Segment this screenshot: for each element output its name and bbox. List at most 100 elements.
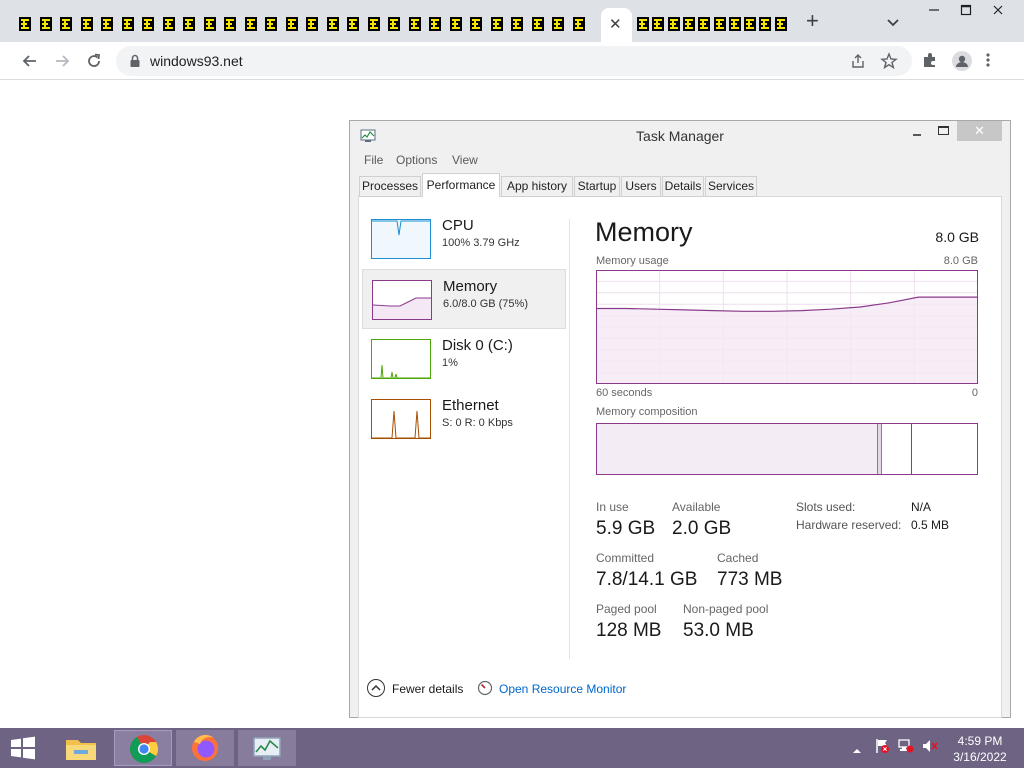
maximize-button[interactable] xyxy=(938,126,949,135)
start-button[interactable] xyxy=(8,736,40,760)
taskbar-task-manager[interactable] xyxy=(238,730,296,766)
tab-favicon-icon[interactable] xyxy=(264,15,278,33)
taskbar-firefox[interactable] xyxy=(176,730,234,766)
tab-favicon-icon[interactable] xyxy=(326,15,340,33)
tab-startup[interactable]: Startup xyxy=(574,176,620,197)
taskbar-chrome[interactable] xyxy=(114,730,172,766)
chevron-down-icon[interactable] xyxy=(886,15,900,33)
close-icon xyxy=(993,5,1003,15)
taskbar-file-explorer[interactable] xyxy=(52,730,110,766)
stat-value-slots-used: N/A xyxy=(911,500,932,514)
chevron-up-icon[interactable] xyxy=(852,742,862,760)
reload-button[interactable] xyxy=(84,51,104,71)
tab-favicon-icon[interactable] xyxy=(162,15,176,33)
clock-time[interactable]: 4:59 PM xyxy=(940,734,1020,748)
chrome-icon xyxy=(130,735,158,763)
tab-favicon-icon[interactable] xyxy=(572,15,586,33)
volume-muted-icon[interactable] xyxy=(922,738,938,759)
tab-favicon-icon[interactable] xyxy=(100,15,114,33)
tab-favicon-icon[interactable] xyxy=(510,15,524,33)
tab-favicon-icon[interactable] xyxy=(141,15,155,33)
tab-favicon-icon[interactable] xyxy=(728,15,742,33)
maximize-button[interactable] xyxy=(950,2,982,22)
tab-favicon-icon[interactable] xyxy=(80,15,94,33)
tab-favicon-icon[interactable] xyxy=(551,15,565,33)
tab-details[interactable]: Details xyxy=(662,176,704,197)
tab-favicon-icon[interactable] xyxy=(223,15,237,33)
tab-favicon-icon[interactable] xyxy=(713,15,727,33)
tab-favicon-icon[interactable] xyxy=(346,15,360,33)
sidebar-item-disk[interactable]: Disk 0 (C:) 1% xyxy=(362,329,566,389)
tab-favicon-icon[interactable] xyxy=(651,15,665,33)
windows-logo-icon xyxy=(11,736,35,760)
tab-favicon-icon[interactable] xyxy=(758,15,772,33)
tab-favicon-icon[interactable] xyxy=(469,15,483,33)
memory-composition-label: Memory composition xyxy=(596,406,698,418)
menu-options[interactable]: Options xyxy=(396,153,437,167)
tab-favicon-icon[interactable] xyxy=(449,15,463,33)
stat-label-slots-used: Slots used: xyxy=(796,500,856,514)
network-icon[interactable] xyxy=(898,738,914,759)
close-icon[interactable]: ✕ xyxy=(609,17,622,32)
tab-favicon-icon[interactable] xyxy=(182,15,196,33)
tab-favicon-icon[interactable] xyxy=(285,15,299,33)
lock-icon[interactable] xyxy=(129,54,141,73)
tab-favicon-icon[interactable] xyxy=(121,15,135,33)
tab-favicon-icon[interactable] xyxy=(636,15,650,33)
minimize-button[interactable] xyxy=(910,125,924,139)
tab-performance[interactable]: Performance xyxy=(422,173,500,198)
tab-favicon-icon[interactable] xyxy=(59,15,73,33)
tab-services[interactable]: Services xyxy=(705,176,757,197)
chevron-up-icon[interactable] xyxy=(367,679,385,697)
sidebar-item-memory[interactable]: Memory 6.0/8.0 GB (75%) xyxy=(362,269,566,329)
tab-favicon-icon[interactable] xyxy=(203,15,217,33)
browser-menu-button[interactable] xyxy=(985,51,1005,71)
tab-favicon-icon[interactable] xyxy=(39,15,53,33)
tab-favicon-icon[interactable] xyxy=(697,15,711,33)
share-icon[interactable] xyxy=(850,53,866,74)
tab-favicon-icon[interactable] xyxy=(18,15,32,33)
tab-favicon-icon[interactable] xyxy=(743,15,757,33)
tab-favicon-icon[interactable] xyxy=(682,15,696,33)
tab-favicon-icon[interactable] xyxy=(367,15,381,33)
tab-favicon-icon[interactable] xyxy=(428,15,442,33)
tab-app-history[interactable]: App history xyxy=(501,176,573,197)
clock-date[interactable]: 3/16/2022 xyxy=(940,750,1020,764)
graph-time-left: 60 seconds xyxy=(596,387,653,399)
tab-favicon-icon[interactable] xyxy=(408,15,422,33)
reload-icon xyxy=(88,53,101,67)
star-icon[interactable] xyxy=(880,52,898,75)
ethernet-thumbnail-graph xyxy=(371,399,431,439)
tab-users[interactable]: Users xyxy=(621,176,661,197)
tab-favicon-icon[interactable] xyxy=(531,15,545,33)
resource-monitor-label[interactable]: Open Resource Monitor xyxy=(499,682,626,696)
minimize-button[interactable] xyxy=(918,2,950,22)
tab-favicon-icon[interactable] xyxy=(305,15,319,33)
tab-favicon-icon[interactable] xyxy=(387,15,401,33)
forward-button[interactable] xyxy=(52,51,72,71)
close-button[interactable]: ✕ xyxy=(957,121,1002,141)
tab-favicon-icon[interactable] xyxy=(774,15,788,33)
fewer-details-label[interactable]: Fewer details xyxy=(392,682,463,696)
back-button[interactable] xyxy=(20,51,40,71)
sidebar-item-cpu[interactable]: CPU 100% 3.79 GHz xyxy=(362,209,566,269)
menu-view[interactable]: View xyxy=(452,153,478,167)
active-tab[interactable]: ✕ xyxy=(601,8,632,42)
action-center-flag-icon[interactable] xyxy=(874,738,890,759)
title-bar[interactable]: Task Manager ✕ xyxy=(350,121,1010,149)
tab-processes[interactable]: Processes xyxy=(359,176,421,197)
tab-bar: Processes Performance App history Startu… xyxy=(358,173,1002,198)
extensions-button[interactable] xyxy=(921,51,941,71)
close-window-button[interactable] xyxy=(982,2,1014,22)
tab-favicon-icon[interactable] xyxy=(490,15,504,33)
menu-file[interactable]: File xyxy=(364,153,383,167)
tab-favicon-icon[interactable] xyxy=(244,15,258,33)
new-tab-button[interactable]: + xyxy=(806,10,819,32)
resource-monitor-icon[interactable] xyxy=(477,680,493,701)
tab-favicon-icon[interactable] xyxy=(667,15,681,33)
sidebar-item-title: CPU xyxy=(442,217,474,234)
sidebar-item-ethernet[interactable]: Ethernet S: 0 R: 0 Kbps xyxy=(362,389,566,449)
profile-button[interactable] xyxy=(952,51,972,71)
url-text[interactable]: windows93.net xyxy=(150,53,243,69)
address-bar[interactable]: windows93.net xyxy=(116,46,912,76)
